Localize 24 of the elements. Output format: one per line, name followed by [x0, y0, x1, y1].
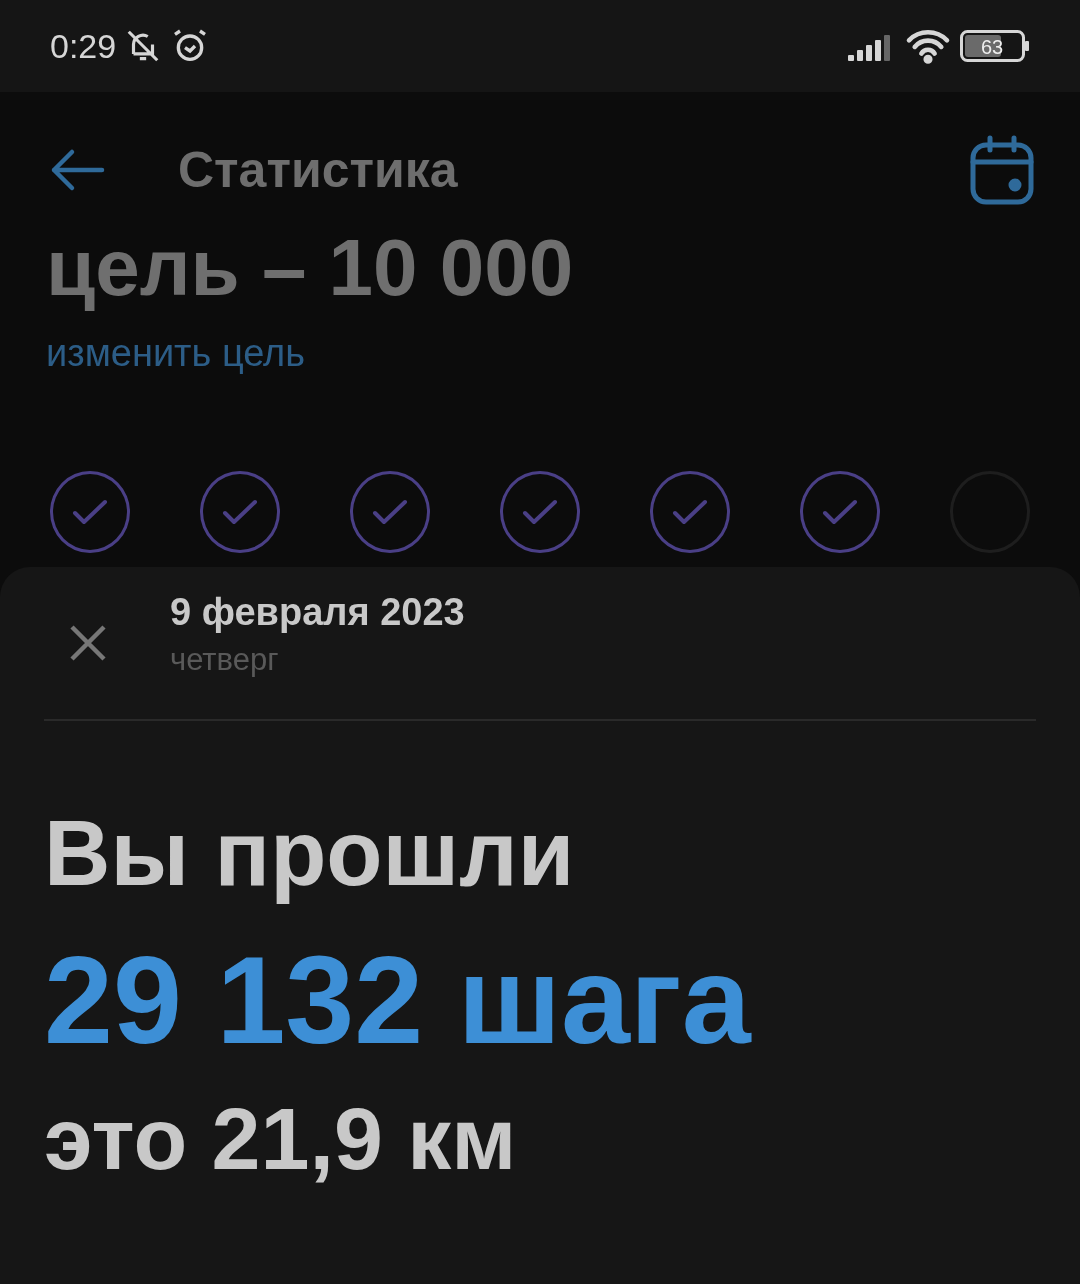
day-checkmark[interactable]: [650, 471, 730, 553]
change-goal-link[interactable]: изменить цель: [46, 332, 306, 375]
check-icon: [522, 499, 558, 525]
check-icon: [822, 499, 858, 525]
day-checkmark[interactable]: [500, 471, 580, 553]
back-arrow-icon[interactable]: [50, 148, 106, 192]
check-icon: [72, 499, 108, 525]
calendar-icon[interactable]: [970, 135, 1034, 205]
screen-title: Статистика: [178, 141, 458, 199]
day-checkmark[interactable]: [800, 471, 880, 553]
date-text: 9 февраля 2023: [170, 590, 465, 634]
day-checkmark[interactable]: [200, 471, 280, 553]
step-count: 29 132 шага: [44, 932, 751, 1069]
check-icon: [372, 499, 408, 525]
check-icon: [222, 499, 258, 525]
wifi-icon: [904, 27, 952, 65]
day-checkmark[interactable]: [350, 471, 430, 553]
close-button[interactable]: [68, 623, 108, 663]
walked-label: Вы прошли: [44, 803, 575, 905]
distance-text: это 21,9 км: [44, 1090, 517, 1188]
weekday-text: четверг: [170, 641, 280, 678]
check-icon: [672, 499, 708, 525]
day-checkmark[interactable]: [50, 471, 130, 553]
clock-time: 0:29: [50, 26, 117, 66]
